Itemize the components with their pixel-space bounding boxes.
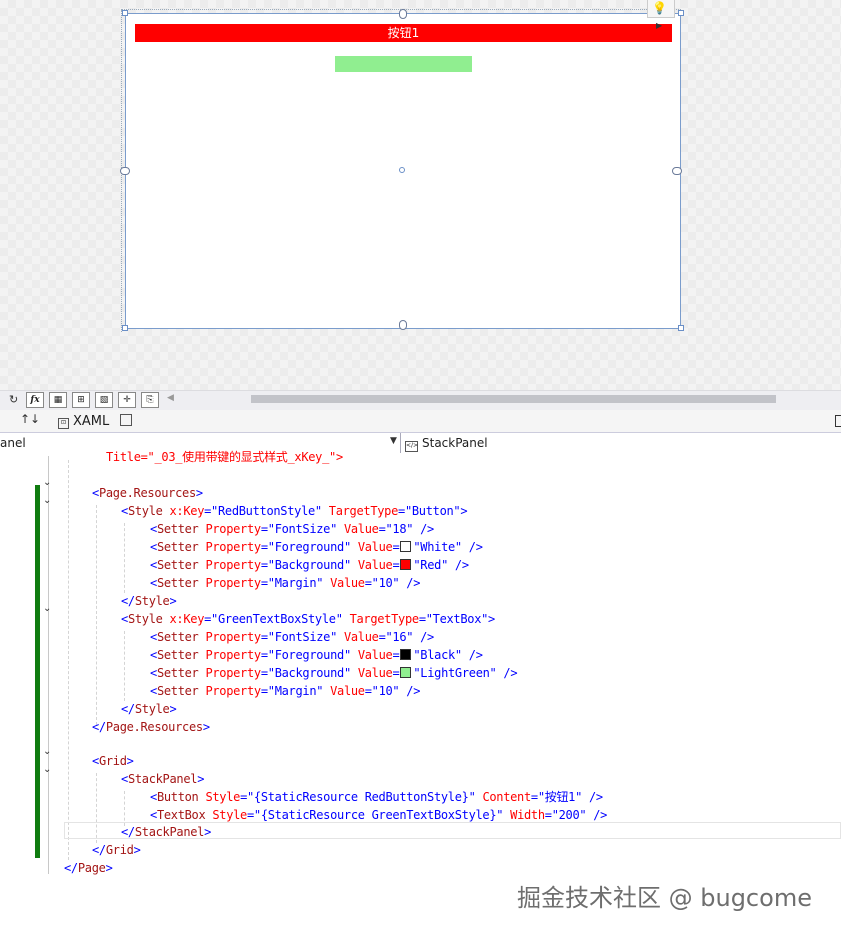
resize-handle-top-right[interactable] xyxy=(678,10,684,16)
code-line: <Setter Property="Margin" Value="10" /> xyxy=(150,684,421,698)
watermark: 掘金技术社区 @ bugcome xyxy=(517,884,812,912)
refresh-icon[interactable]: ↻ xyxy=(9,393,18,406)
element-dropdown-value: anel xyxy=(0,436,26,450)
code-line: </Page> xyxy=(64,861,113,875)
tab-xaml-label: XAML xyxy=(73,414,110,429)
code-line: <StackPanel> xyxy=(121,772,205,786)
code-line: <Setter Property="Foreground" Value= "Whi… xyxy=(150,540,483,554)
code-line: <Setter Property="Margin" Value="10" /> xyxy=(150,576,421,590)
resize-handle-bottom-left[interactable] xyxy=(122,325,128,331)
member-dropdown[interactable]: </> StackPanel xyxy=(405,433,488,453)
color-swatch-red xyxy=(400,559,412,570)
scroll-left-arrow-icon[interactable]: ◀ xyxy=(167,393,174,403)
preview-red-button[interactable]: 按钮1 xyxy=(135,24,672,42)
change-indicator xyxy=(35,485,40,858)
lightbulb-icon: 💡 xyxy=(652,1,667,15)
indent-guide xyxy=(124,523,125,593)
xaml-icon: ⊡ xyxy=(58,418,69,429)
grid-icon[interactable]: ▦ xyxy=(49,392,67,408)
snap-grid-icon[interactable]: ⊞ xyxy=(72,392,90,408)
fold-chevron-icon[interactable]: ⌄ xyxy=(43,600,51,618)
design-surface[interactable]: 按钮1 💡▶ xyxy=(0,0,841,390)
code-line: <Grid> xyxy=(92,754,134,768)
code-icon[interactable]: ⎘ xyxy=(141,392,159,408)
indent-guide xyxy=(96,505,97,725)
expand-arrow-icon: ▶ xyxy=(656,21,663,30)
code-line: <Setter Property="Background" Value= "Red… xyxy=(150,558,469,572)
resize-handle-left[interactable] xyxy=(120,167,130,175)
element-icon: </> xyxy=(405,441,418,452)
toggle-artboard-icon[interactable]: ▧ xyxy=(95,392,113,408)
color-swatch-lightgreen xyxy=(400,667,412,678)
resize-handle-top[interactable] xyxy=(399,9,407,19)
fold-chevron-icon[interactable]: ⌄ xyxy=(43,492,51,510)
code-line: </Style> xyxy=(121,594,177,608)
fold-margin-line xyxy=(48,456,49,874)
tab-xaml[interactable]: ⊡ XAML xyxy=(58,414,109,429)
fold-chevron-icon[interactable]: ⌄ xyxy=(43,743,51,761)
color-swatch-white xyxy=(400,541,412,552)
code-line: <TextBox Style="{StaticResource GreenTex… xyxy=(150,808,608,822)
resize-handle-bottom[interactable] xyxy=(399,320,407,330)
code-line: <Style x:Key="GreenTextBoxStyle" TargetT… xyxy=(121,612,495,626)
code-line: </Style> xyxy=(121,702,177,716)
code-line: <Setter Property="Background" Value= "Lig… xyxy=(150,666,518,680)
code-line: </Page.Resources> xyxy=(92,720,210,734)
code-line: <Setter Property="FontSize" Value="16" /… xyxy=(150,630,434,644)
chevron-down-icon[interactable]: ▼ xyxy=(390,436,397,446)
popout-icon[interactable] xyxy=(120,414,132,426)
swap-panes-icon[interactable]: ↑↓ xyxy=(20,412,40,426)
code-line: <Style x:Key="RedButtonStyle" TargetType… xyxy=(121,504,468,518)
code-line: <Setter Property="FontSize" Value="18" /… xyxy=(150,522,434,536)
code-line: <Setter Property="Foreground" Value= "Bla… xyxy=(150,648,483,662)
code-line: </Grid> xyxy=(92,843,141,857)
center-point xyxy=(399,167,405,173)
resize-handle-top-left[interactable] xyxy=(122,10,128,16)
quick-actions[interactable]: 💡▶ xyxy=(647,0,675,30)
code-line: </StackPanel> xyxy=(121,825,212,839)
member-dropdown-value: StackPanel xyxy=(422,436,488,450)
code-line-title: Title="_03_使用带键的显式样式_xKey_"> xyxy=(106,450,343,464)
code-line: <Page.Resources> xyxy=(92,486,203,500)
effects-button[interactable]: fx xyxy=(26,392,44,408)
code-line: <Button Style="{StaticResource RedButton… xyxy=(150,790,603,804)
indent-guide xyxy=(124,631,125,701)
resize-handle-right[interactable] xyxy=(672,167,682,175)
split-view-icon[interactable] xyxy=(835,415,841,427)
fold-chevron-icon[interactable]: ⌄ xyxy=(43,474,51,492)
resize-handle-bottom-right[interactable] xyxy=(678,325,684,331)
fold-chevron-icon[interactable]: ⌄ xyxy=(43,761,51,779)
color-swatch-black xyxy=(400,649,412,660)
indent-guide xyxy=(68,460,69,860)
snap-lines-icon[interactable]: ✛ xyxy=(118,392,136,408)
preview-green-textbox[interactable] xyxy=(335,56,472,72)
indent-guide xyxy=(124,791,125,826)
horizontal-scrollbar-thumb[interactable] xyxy=(251,395,776,403)
